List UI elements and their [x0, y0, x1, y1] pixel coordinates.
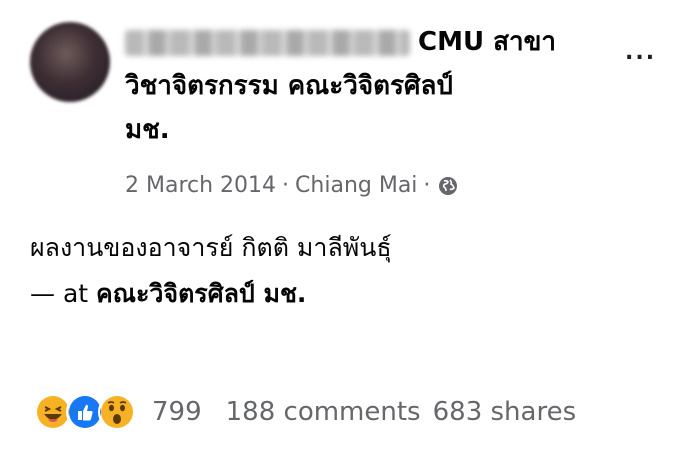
author-name-line1[interactable]: CMU สาขา: [125, 20, 625, 64]
author-name-line3[interactable]: มช.: [125, 108, 625, 152]
meta-separator: ·: [282, 173, 290, 198]
post-checkin-line: — at คณะวิจิตรศิลป์ มช.: [30, 271, 392, 317]
checkin-prefix: — at: [30, 279, 89, 308]
author-name-line2[interactable]: วิชาจิตรกรรม คณะวิจิตรศิลป์: [125, 64, 625, 108]
globe-icon[interactable]: [438, 176, 458, 196]
post-location[interactable]: Chiang Mai: [295, 173, 417, 198]
checkin-place-link[interactable]: คณะวิจิตรศิลป์ มช.: [96, 279, 306, 308]
meta-separator: ·: [423, 173, 431, 198]
author-name-suffix[interactable]: CMU สาขา: [418, 27, 556, 57]
post-text-line: ผลงานของอาจารย์ กิตติ มาลีพันธุ์: [30, 233, 392, 262]
post-date[interactable]: 2 March 2014: [125, 173, 276, 198]
wow-icon: [98, 393, 136, 431]
more-options-button[interactable]: ...: [625, 40, 656, 65]
post-footer: 799 188 comments 683 shares: [34, 392, 684, 432]
avatar[interactable]: [30, 22, 110, 102]
blurred-author-name: [125, 29, 410, 56]
reactions-summary[interactable]: [34, 393, 136, 431]
comments-count-link[interactable]: 188 comments: [226, 397, 421, 427]
post-header: CMU สาขา วิชาจิตรกรรม คณะวิจิตรศิลป์ มช.: [125, 20, 625, 152]
reaction-count[interactable]: 799: [152, 397, 202, 427]
post-body: ผลงานของอาจารย์ กิตติ มาลีพันธุ์ — at คณ…: [30, 225, 392, 317]
facebook-post: CMU สาขา วิชาจิตรกรรม คณะวิจิตรศิลป์ มช.…: [0, 0, 700, 453]
shares-count-link[interactable]: 683 shares: [433, 397, 577, 427]
post-meta: 2 March 2014 · Chiang Mai ·: [125, 173, 458, 198]
